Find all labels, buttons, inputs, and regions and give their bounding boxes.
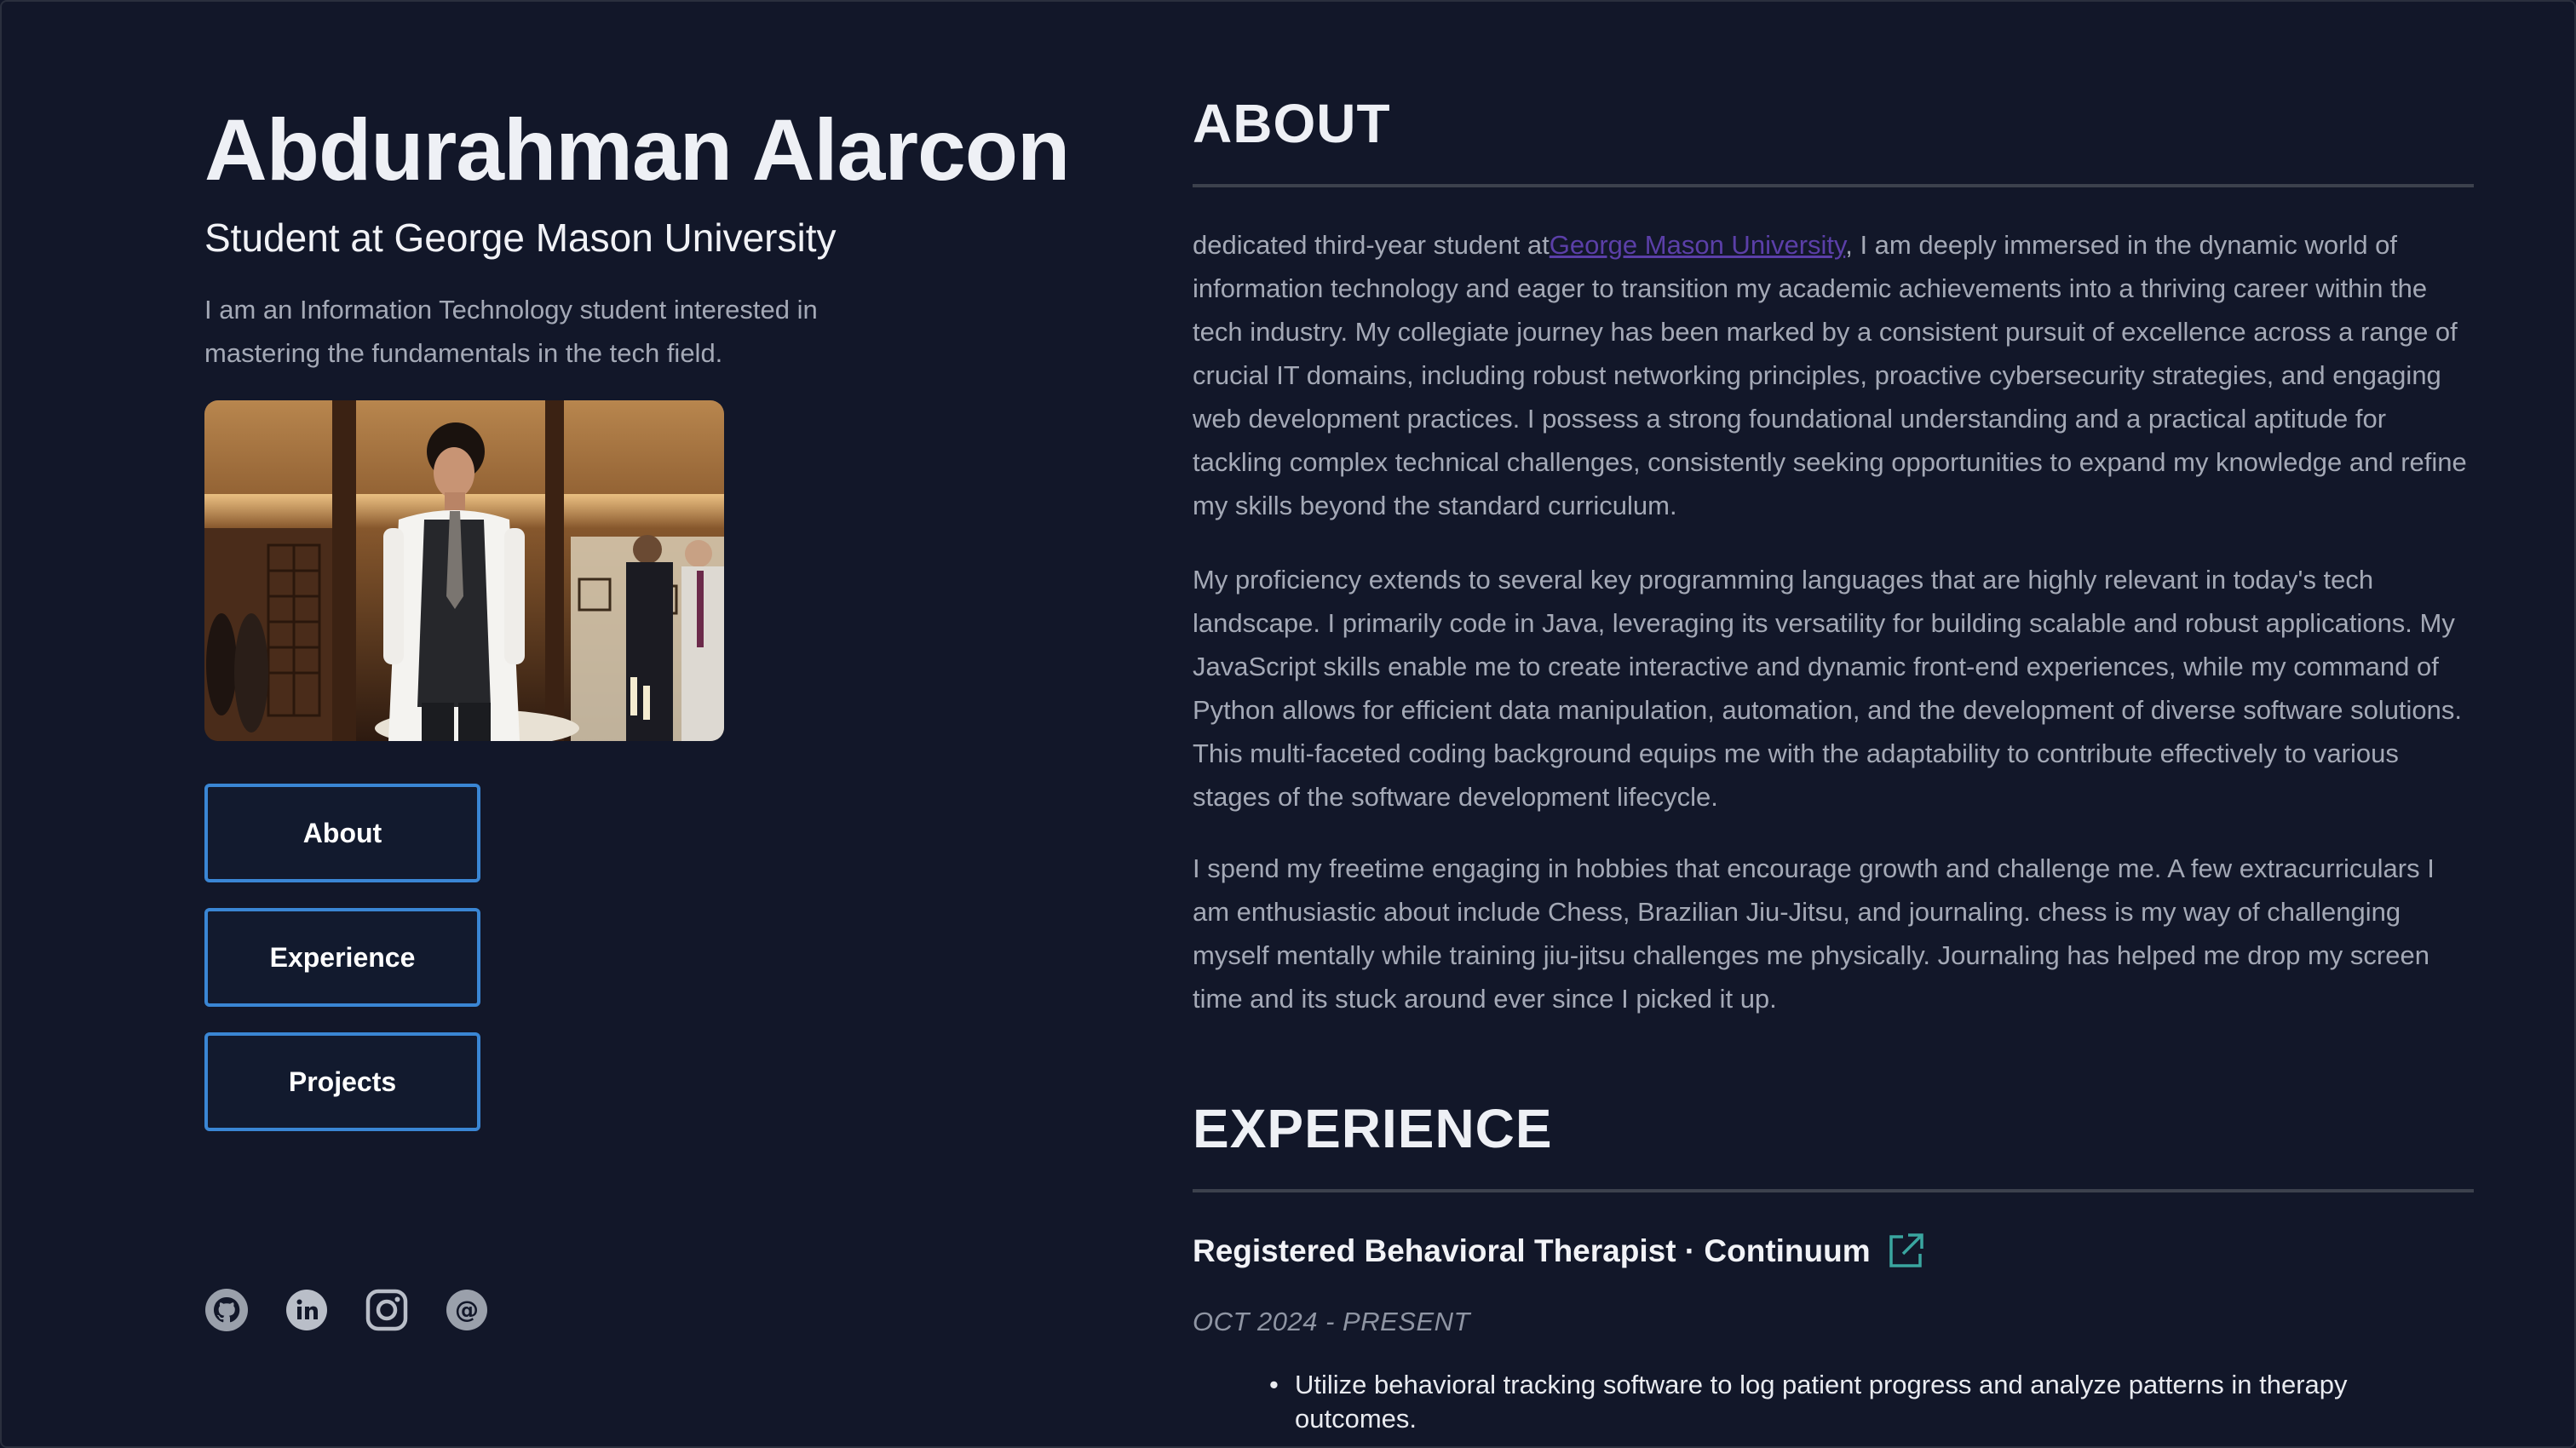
profile-name: Abdurahman Alarcon: [204, 101, 1070, 198]
nav-experience-button[interactable]: Experience: [204, 908, 480, 1007]
gmu-link[interactable]: George Mason University: [1550, 230, 1845, 260]
nav-about-button[interactable]: About: [204, 784, 480, 882]
github-icon[interactable]: [204, 1288, 249, 1332]
job-title-row: Registered Behavioral Therapist · Contin…: [1193, 1232, 1925, 1271]
linkedin-icon[interactable]: [285, 1288, 329, 1332]
nav-projects-button[interactable]: Projects: [204, 1032, 480, 1131]
profile-photo: [204, 400, 724, 741]
profile-photo-image: [204, 400, 724, 741]
job-bullets: Utilize behavioral tracking software to …: [1269, 1368, 2470, 1436]
about-paragraph-1: dedicated third-year student atGeorge Ma…: [1193, 223, 2474, 527]
profile-title: Student at George Mason University: [204, 215, 837, 260]
about-paragraph-2: My proficiency extends to several key pr…: [1193, 565, 2463, 812]
about-paragraph-3: I spend my freetime engaging in hobbies …: [1193, 853, 2435, 1014]
email-icon[interactable]: @: [445, 1288, 489, 1332]
social-links: @: [204, 1288, 489, 1332]
external-link-icon[interactable]: [1886, 1232, 1925, 1271]
experience-heading: EXPERIENCE: [1193, 1098, 1553, 1159]
svg-text:@: @: [455, 1296, 479, 1324]
about-p1-rest: , I am deeply immersed in the dynamic wo…: [1193, 230, 2467, 520]
job-title: Registered Behavioral Therapist · Contin…: [1193, 1233, 1871, 1268]
instagram-icon[interactable]: [365, 1288, 409, 1332]
job-date: OCT 2024 - PRESENT: [1193, 1307, 1470, 1336]
about-divider: [1193, 184, 2474, 187]
profile-intro: I am an Information Technology student i…: [204, 295, 818, 368]
about-heading: ABOUT: [1193, 93, 1391, 154]
experience-divider: [1193, 1189, 2474, 1192]
about-p1-start: dedicated third-year student at: [1193, 230, 1550, 260]
job-bullet: Utilize behavioral tracking software to …: [1269, 1368, 2470, 1436]
